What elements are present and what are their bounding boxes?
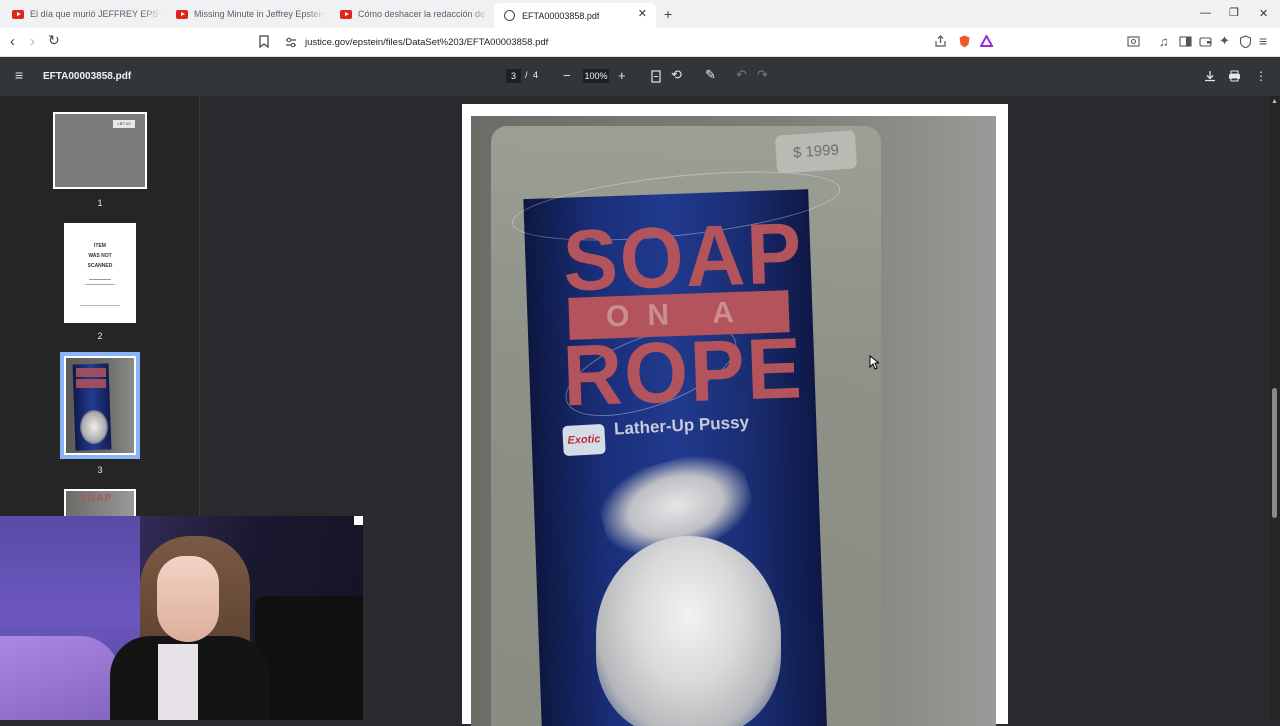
address-toolbar: ‹ › ↻ justice.gov/epstein/files/DataSet%… (0, 28, 1280, 57)
share-icon[interactable] (934, 35, 947, 48)
scroll-up-icon[interactable]: ▲ (1271, 98, 1278, 105)
thumbnail-stamp: LBT-03 (113, 120, 135, 128)
wallet-icon[interactable] (1199, 35, 1212, 48)
fit-page-icon[interactable] (651, 70, 661, 83)
mouse-cursor-icon (869, 355, 879, 370)
scanned-photo: $ 1999 SOAP ON A ROPE Exotic Lather-Up P… (471, 116, 996, 726)
thumbnail-number: 2 (97, 331, 103, 341)
tab-youtube-1[interactable]: El día que murió JEFFREY EPSTEIN - Y (2, 3, 162, 25)
leo-ai-icon[interactable]: ✦ (1219, 33, 1230, 49)
vpn-shield-icon[interactable] (1239, 35, 1252, 48)
streamer-face (157, 556, 219, 642)
viewer-scrollbar[interactable]: ▲ (1269, 96, 1280, 720)
tab-title: EFTA00003858.pdf (522, 10, 600, 21)
window-close-icon[interactable]: ✕ (1259, 7, 1268, 20)
brand-logo: Exotic (562, 423, 606, 457)
tab-search-icon[interactable] (1127, 35, 1140, 48)
product-title-bottom: ROPE (561, 320, 805, 425)
thumbnail-text: WAS NOT (88, 253, 112, 259)
undo-icon[interactable]: ↶ (736, 66, 747, 84)
url-field[interactable]: justice.gov/epstein/files/DataSet%203/EF… (305, 37, 548, 48)
brave-rewards-icon[interactable] (980, 35, 993, 48)
zoom-in-icon[interactable]: + (618, 67, 626, 85)
youtube-icon (340, 9, 352, 19)
thumbnail-text: SCANNED (87, 263, 113, 269)
minimize-icon[interactable]: — (1200, 7, 1211, 19)
gaming-chair (255, 596, 363, 720)
thumbnail-number: 3 (97, 465, 103, 475)
thumbnail-text: SOAP (80, 493, 113, 504)
scrollbar-thumb[interactable] (1272, 388, 1277, 518)
sidebar-toggle-icon[interactable] (1179, 35, 1192, 48)
tab-youtube-2[interactable]: Missing Minute in Jeffrey Epstein Jai (166, 3, 326, 25)
download-icon[interactable] (1204, 70, 1216, 82)
brave-shield-icon[interactable] (958, 35, 971, 48)
bookmark-icon[interactable] (259, 35, 269, 48)
more-options-icon[interactable]: ⋮ (1255, 67, 1267, 85)
thumbnail-text: ITEM (94, 243, 106, 249)
rotate-icon[interactable]: ⟲ (671, 66, 682, 84)
pdf-toolbar: ≡ EFTA00003858.pdf 3 / 4 − 100% + ⟲ ✎ ↶ … (0, 57, 1280, 96)
redo-icon[interactable]: ↷ (757, 66, 768, 84)
close-tab-icon[interactable]: ✕ (638, 7, 647, 20)
zoom-input[interactable]: 100% (583, 69, 609, 83)
new-tab-button[interactable]: + (664, 6, 672, 22)
tab-youtube-3[interactable]: Cómo deshacer la redacción de los a (330, 3, 490, 25)
back-icon[interactable]: ‹ (10, 33, 15, 50)
document-title: EFTA00003858.pdf (43, 71, 132, 82)
youtube-icon (12, 9, 24, 19)
page-thumbnail-1[interactable]: LBT-03 (53, 112, 147, 189)
webcam-corner-marker (354, 516, 363, 525)
pdf-page-3: $ 1999 SOAP ON A ROPE Exotic Lather-Up P… (462, 104, 1008, 726)
reload-icon[interactable]: ↻ (48, 32, 60, 49)
youtube-icon (176, 9, 188, 19)
page-thumbnail-4[interactable]: SOAP (64, 489, 136, 519)
globe-icon (504, 10, 515, 21)
webcam-overlay (0, 516, 363, 720)
tab-strip: El día que murió JEFFREY EPSTEIN - Y Mis… (0, 0, 1280, 28)
restore-icon[interactable]: ❐ (1229, 6, 1239, 19)
zoom-out-icon[interactable]: − (563, 67, 571, 85)
forward-icon[interactable]: › (30, 33, 35, 50)
page-thumbnail-3-selected[interactable] (60, 352, 140, 459)
site-settings-icon[interactable] (285, 37, 297, 48)
page-count: / 4 (525, 70, 539, 81)
music-icon[interactable]: ♫ (1159, 34, 1169, 49)
menu-icon[interactable]: ≡ (1259, 33, 1267, 49)
page-thumbnail-2[interactable]: ITEM WAS NOT SCANNED (64, 223, 136, 323)
hamburger-menu-icon[interactable]: ≡ (15, 66, 23, 84)
tab-pdf-active[interactable]: EFTA00003858.pdf ✕ (494, 3, 656, 28)
print-icon[interactable] (1228, 70, 1241, 82)
thumbnail-number: 1 (97, 198, 103, 208)
page-number-input[interactable]: 3 (506, 69, 521, 83)
price-tag: $ 1999 (774, 130, 858, 174)
soap-image (596, 536, 781, 726)
annotate-icon[interactable]: ✎ (705, 66, 716, 84)
